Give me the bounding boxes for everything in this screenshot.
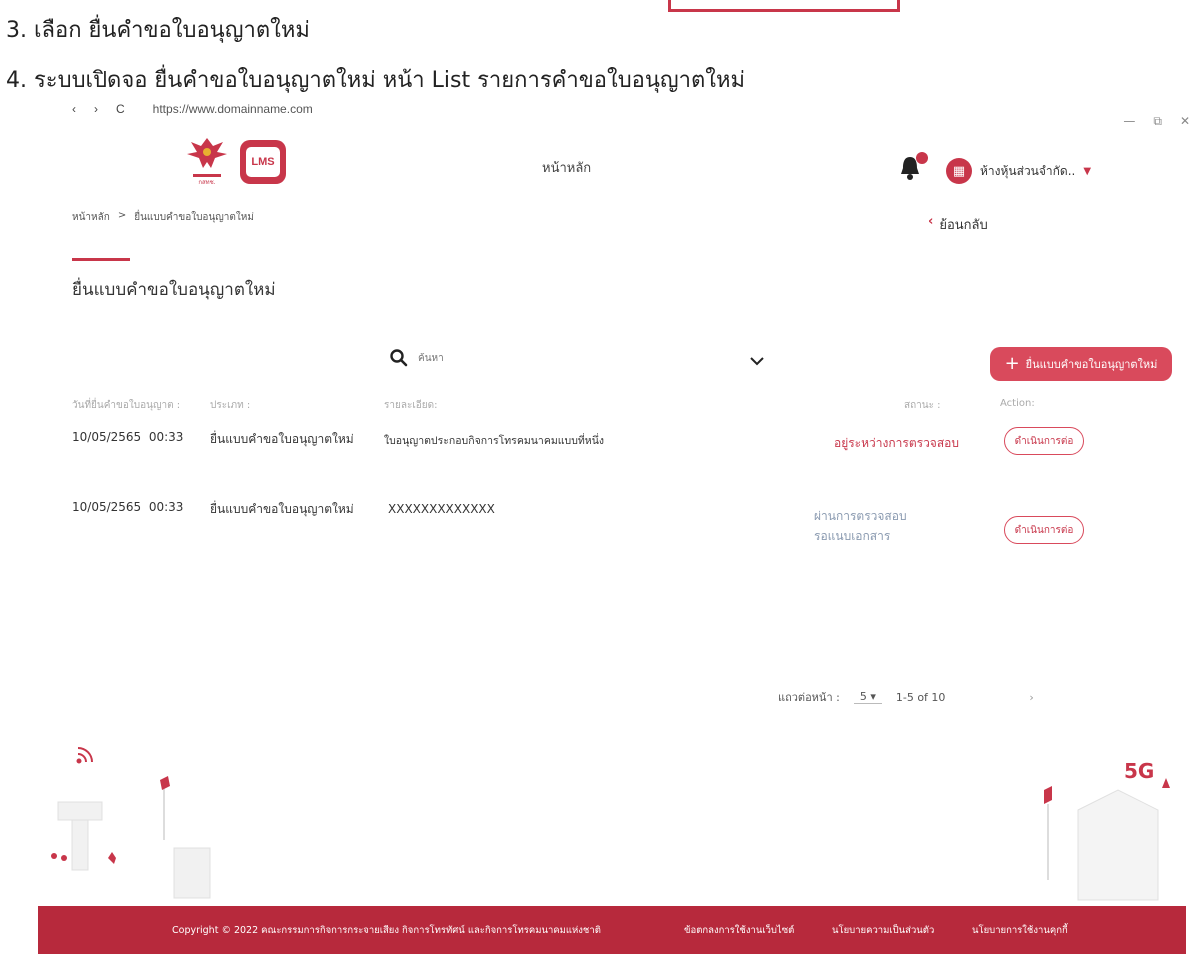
status-badge: อยู่ระหว่างการตรวจสอบ [834, 436, 959, 450]
wifi-icon [76, 747, 93, 764]
footer-link-privacy[interactable]: นโยบายความเป็นส่วนตัว [832, 923, 934, 938]
highlight-frame [668, 0, 900, 12]
breadcrumb-home[interactable]: หน้าหลัก [72, 210, 110, 225]
footer-illustration: 5G [51, 747, 1170, 901]
plus-icon: + [1004, 353, 1020, 374]
browser-forward-button[interactable]: › [94, 102, 98, 116]
minimize-icon[interactable]: — [1123, 114, 1135, 129]
search-input[interactable] [418, 352, 718, 364]
rows-per-page-select[interactable]: 5 ▾ [853, 690, 882, 704]
pagination: แถวต่อหน้า : 5 ▾ 1-5 of 10 › [778, 688, 1034, 706]
browser-back-button[interactable]: ‹ [72, 102, 76, 116]
notification-badge [916, 152, 928, 164]
col-header-status: สถานะ : [904, 400, 941, 411]
page-title: ยื่นแบบคำขอใบอนุญาตใหม่ [72, 280, 276, 300]
status-badge: ผ่านการตรวจสอบ รอแนบเอกสาร [814, 509, 907, 543]
add-new-request-button[interactable]: + ยื่นแบบคำขอใบอนุญาตใหม่ [990, 347, 1172, 381]
breadcrumb-separator: > [117, 210, 127, 221]
url-text[interactable]: https://www.domainname.com [153, 102, 313, 116]
caret-down-icon: ▼ [1083, 165, 1092, 177]
footer-copyright: Copyright © 2022 คณะกรรมการกิจการกระจายเ… [172, 924, 601, 936]
row-type: ยื่นแบบคำขอใบอนุญาตใหม่ [210, 432, 354, 446]
doc-step-4: 4. ระบบเปิดจอ ยื่นคำขอใบอนุญาตใหม่ หน้า … [6, 68, 746, 93]
col-header-detail: รายละเอียด: [384, 400, 438, 411]
next-page-button[interactable]: › [1029, 691, 1033, 704]
building-icon: ▦ [946, 158, 972, 184]
chevron-left-icon: ‹ [928, 214, 934, 229]
col-header-action: Action: [1000, 398, 1035, 409]
window-controls: — ⧉ ✕ [1123, 114, 1190, 129]
add-button-label: ยื่นแบบคำขอใบอนุญาตใหม่ [1025, 358, 1158, 371]
5g-text: 5G [1124, 759, 1154, 783]
garuda-caption: กสทช. [198, 179, 215, 186]
col-header-date: วันที่ยื่นคำขอใบอนุญาต : [72, 400, 181, 411]
footer: Copyright © 2022 คณะกรรมการกิจการกระจายเ… [38, 906, 1186, 954]
footer-link-cookies[interactable]: นโยบายการใช้งานคุกกี้ [972, 923, 1068, 938]
footer-link-terms[interactable]: ข้อตกลงการใช้งานเว็บไซต์ [684, 923, 794, 938]
company-menu[interactable]: ▦ ห้างหุ้นส่วนจำกัด.. ▼ [946, 158, 1091, 184]
search-bar [390, 349, 718, 367]
continue-button[interactable]: ดำเนินการต่อ [1004, 427, 1084, 455]
row-detail: XXXXXXXXXXXXX [388, 502, 495, 516]
doc-step-3: 3. เลือก ยื่นคำขอใบอนุญาตใหม่ [6, 18, 310, 43]
page-range: 1-5 of 10 [895, 690, 946, 704]
row-type: ยื่นแบบคำขอใบอนุญาตใหม่ [210, 502, 354, 516]
breadcrumb-current: ยื่นแบบคำขอใบอนุญาตใหม่ [134, 212, 254, 223]
back-button[interactable]: ‹ ย้อนกลับ [928, 214, 988, 235]
breadcrumb: หน้าหลัก > ยื่นแบบคำขอใบอนุญาตใหม่ [72, 210, 254, 225]
title-accent-bar [72, 258, 130, 261]
maximize-icon[interactable]: ⧉ [1153, 114, 1162, 129]
flag-illustration [160, 776, 170, 840]
row-date: 10/05/2565 00:33 [72, 500, 184, 514]
row-detail: ใบอนุญาตประกอบกิจการโทรคมนาคมแบบที่หนึ่ง [384, 435, 605, 447]
nav-home-link[interactable]: หน้าหลัก [542, 157, 591, 178]
browser-reload-button[interactable]: C [116, 102, 125, 116]
col-header-type: ประเภท : [210, 400, 251, 411]
search-icon [390, 349, 408, 367]
row-date: 10/05/2565 00:33 [72, 430, 184, 444]
building-illustration [173, 847, 211, 899]
chevron-down-icon[interactable] [750, 356, 764, 366]
url-bar: ‹ › C https://www.domainname.com [72, 102, 313, 116]
company-name: ห้างหุ้นส่วนจำกัด.. [980, 163, 1076, 178]
browser-window: ‹ › C https://www.domainname.com — ⧉ ✕ ก… [38, 100, 1198, 960]
close-icon[interactable]: ✕ [1180, 114, 1190, 129]
continue-button[interactable]: ดำเนินการต่อ [1004, 516, 1084, 544]
garuda-logo[interactable]: กสทช. [183, 134, 231, 186]
lms-logo-text: LMS [246, 147, 280, 177]
back-label: ย้อนกลับ [939, 218, 988, 233]
lms-logo[interactable]: LMS [240, 140, 286, 184]
building-5g-illustration [1044, 778, 1170, 901]
rows-per-page-label: แถวต่อหน้า : [778, 691, 840, 704]
